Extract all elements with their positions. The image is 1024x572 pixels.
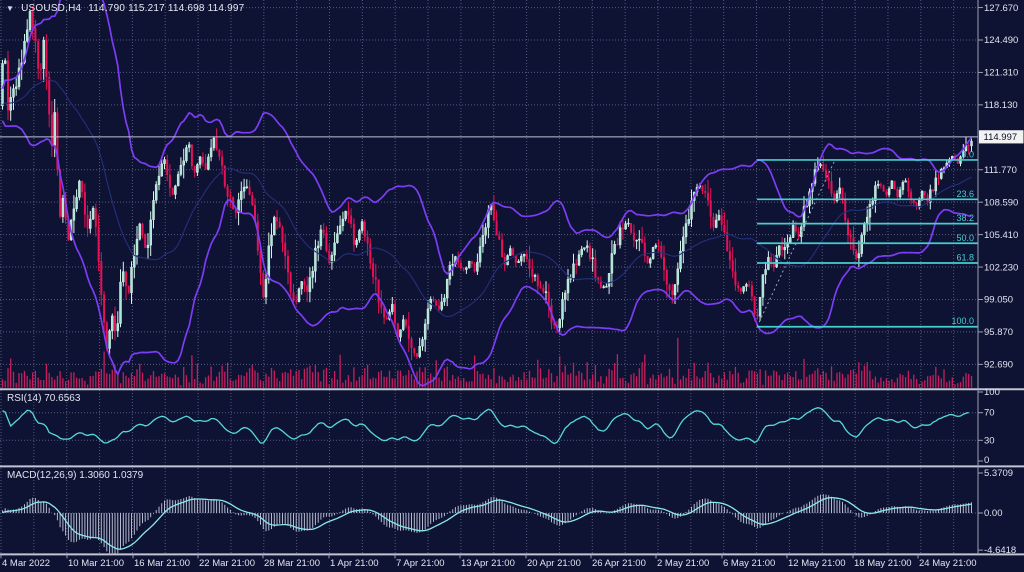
time-axis-label: 1 Apr 21:00 (330, 558, 379, 569)
time-axis-label: 22 Mar 21:00 (199, 558, 255, 569)
price-axis-label: 108.590 (984, 197, 1018, 208)
fib-level-label: 100.0 (951, 316, 974, 326)
fib-level-label: 50.0 (956, 233, 974, 243)
bear-wicks (8, 6, 969, 360)
volume-histogram (3, 338, 972, 388)
current-price-label: 114.997 (984, 132, 1018, 143)
price-axis-label: 92.690 (984, 360, 1013, 371)
rsi-axis-label: 30 (984, 435, 995, 446)
chart-header: ▼ USOUSD,H4 114.790 115.217 114.698 114.… (6, 3, 244, 14)
fib-level-label: 38.2 (956, 213, 974, 223)
macd-axis-label: -4.6418 (984, 545, 1016, 556)
time-axis: 4 Mar 2022 10 Mar 21:00 16 Mar 21:00 22 Mar… (1, 554, 977, 569)
macd-axis-label: 0.00 (984, 508, 1003, 519)
rsi-axis-label: 70 (984, 408, 995, 419)
price-axis-label: 121.310 (984, 68, 1018, 79)
fib-level-label: 61.8 (956, 252, 974, 262)
time-axis-label: 28 Mar 21:00 (264, 558, 320, 569)
price-chart-canvas[interactable]: 0.023.638.250.061.8100.0127.670124.49012… (0, 0, 1024, 572)
price-axis-label: 118.130 (984, 100, 1018, 111)
bollinger-middle-band (3, 79, 972, 317)
time-axis-label: 16 Mar 21:00 (134, 558, 190, 569)
price-axis-label: 127.670 (984, 3, 1018, 14)
macd-indicator-label: MACD(12,26,9) 1.3060 1.0379 (7, 470, 143, 481)
symbol-dropdown-icon[interactable]: ▼ (6, 4, 14, 13)
time-axis-label: 18 May 21:00 (854, 558, 912, 569)
price-axis-label: 102.230 (984, 262, 1018, 273)
price-axis-label: 95.870 (984, 327, 1013, 338)
volume-bars (3, 338, 972, 388)
time-axis-label: 12 May 21:00 (788, 558, 846, 569)
time-axis-label: 7 Apr 21:00 (396, 558, 445, 569)
fib-level-label: 0.0 (961, 149, 974, 159)
symbol-timeframe-label: USOUSD,H4 (21, 3, 81, 14)
macd-panel (3, 494, 972, 554)
bear-bodies (7, 11, 970, 356)
time-axis-label: 10 Mar 21:00 (68, 558, 124, 569)
time-axis-label: 2 May 21:00 (657, 558, 709, 569)
time-axis-label: 26 Apr 21:00 (592, 558, 646, 569)
price-axis-label: 124.490 (984, 35, 1018, 46)
ohlc-values: 114.790 115.217 114.698 114.997 (88, 3, 244, 14)
time-axis-label: 20 Apr 21:00 (527, 558, 581, 569)
fib-level-label: 23.6 (956, 189, 974, 199)
bull-bodies (2, 11, 973, 356)
grid-lines (0, 0, 978, 554)
rsi-axis-label: 100 (984, 387, 1000, 398)
time-axis-label: 4 Mar 2022 (2, 558, 50, 569)
price-axis-label: 111.770 (984, 165, 1017, 176)
price-axis-label: 105.410 (984, 230, 1018, 241)
panel-separators (0, 0, 1024, 554)
rsi-axis-label: 0 (984, 455, 989, 466)
macd-axis-label: 5.3709 (984, 468, 1013, 479)
bull-wicks (3, 10, 972, 358)
bollinger-bands (3, 0, 972, 386)
price-axis-label: 99.050 (984, 295, 1013, 306)
candlesticks (2, 6, 973, 360)
price-axis: 127.670 124.490 121.310 118.130 111.770 108.5… (978, 3, 1024, 556)
mt4-chart-window: 0.023.638.250.061.8100.0127.670124.49012… (0, 0, 1024, 572)
time-axis-label: 6 May 21:00 (723, 558, 775, 569)
time-axis-label: 24 May 21:00 (919, 558, 977, 569)
time-axis-label: 13 Apr 21:00 (461, 558, 515, 569)
rsi-indicator-label: RSI(14) 70.6563 (7, 393, 80, 404)
